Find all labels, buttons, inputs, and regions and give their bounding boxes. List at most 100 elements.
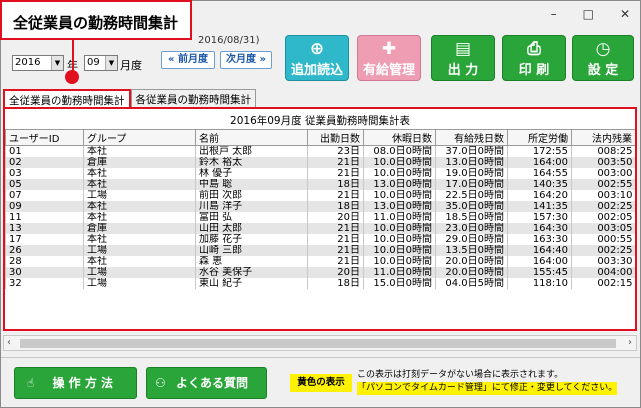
table-row[interactable]: 13 倉庫 山田 太郎 21日 10.0日0時間 23.0日0時間 164:30 003:05 [5,223,635,234]
cell-paid-remaining: 19.0日0時間 [435,168,508,179]
table-row[interactable]: 03 本社林 優子 21日 10.0日0時間 19.0日0時間 164:55 003:00 [5,168,635,179]
settings-button[interactable]: ◷ 設 定 [572,35,634,81]
cell-group: 本社 [83,179,196,190]
summary-table: ユーザーID グループ 名前 出勤日数 休暇日数 有給残日数 所定労働 法内残業… [5,129,635,289]
table-row[interactable]: 11 本社 富田 弘 20日 11.0日0時間 18.5日0時間 157:30 002:05 [5,212,635,223]
cell-name: 林 優子 [195,168,308,179]
cell-group: 倉庫 [83,223,196,234]
cell-work-days: 21日 [307,190,364,201]
howto-button[interactable]: ☝ 操 作 方 法 [14,367,137,399]
cell-leave-days: 10.0日0時間 [363,157,436,168]
cell-group: 工場 [83,190,196,201]
table-row[interactable]: 17 本社 加藤 花子 21日 10.0日0時間 29.0日0時間 163:30 000:55 [5,234,635,245]
table-row[interactable]: 01 本社 出根戸 太郎 23日 08.0日0時間 37.0日0時間 172:55 008:2… [5,145,635,157]
table-row[interactable]: 32 工場 東山 紀子 18日 15.0日0時間 04.0日5時間 118:10 002:15 [5,278,635,289]
cell-group: 工場 [83,245,196,256]
callout-line [72,40,74,72]
print-button[interactable]: ⎙ 印 刷 [502,35,566,81]
note-line-1: この表示は打刻データがない場合に表示されます。 [357,370,564,380]
cell-scheduled-work: 164:20 [507,190,572,201]
cell-legal-overtime: 003:30 [571,256,635,267]
tab-bar: 全従業員の勤務時間集計 各従業員の勤務時間集計 [3,89,256,108]
tab-each-employee[interactable]: 各従業員の勤務時間集計 [130,89,256,107]
faq-label: よくある質問 [175,376,248,390]
cell-scheduled-work: 140:35 [507,179,572,190]
cell-paid-remaining: 22.5日0時間 [435,190,508,201]
cell-name: 前田 次郎 [195,190,308,201]
table-row[interactable]: 07 工場 前田 次郎 21日 10.0日0時間 22.5日0時間 164:20 003:10 [5,190,635,201]
cell-leave-days: 10.0日0時間 [363,168,436,179]
table-row[interactable]: 28 本社森 恵 21日 10.0日0時間 20.0日0時間 164:00 003:30 [5,256,635,267]
month-label: 月度 [120,59,142,72]
maximize-button[interactable]: □ [583,7,594,21]
header-legal-overtime[interactable]: 法内残業 [571,129,635,146]
cell-user-id: 28 [5,256,84,267]
horizontal-scrollbar[interactable]: ‹ › [3,335,637,351]
cell-name: 川島 洋子 [195,201,308,212]
cell-user-id: 05 [5,179,84,190]
cell-legal-overtime: 002:25 [571,245,635,256]
cell-work-days: 21日 [307,234,364,245]
table-row[interactable]: 09 本社 川島 洋子 18日 13.0日0時間 35.0日0時間 141:35 002:25 [5,201,635,212]
cell-scheduled-work: 164:30 [507,223,572,234]
close-button[interactable]: ✕ [620,7,630,21]
bottom-bar: ☝ 操 作 方 法 ⚇ よくある質問 黄色の表示 この表示は打刻データがない場合… [1,357,640,407]
output-button[interactable]: ▤ 出 力 [431,35,495,81]
prev-month-button[interactable]: « 前月度 [161,51,215,69]
cell-group: 本社 [83,256,196,267]
table-row[interactable]: 02 倉庫 鈴木 裕太 21日 10.0日0時間 13.0日0時間 164:00 003:50 [5,157,635,168]
table-row[interactable]: 30 工場 水谷 美保子 20日 11.0日0時間 20.0日0時間 155:45 004:0… [5,267,635,278]
header-leave-days[interactable]: 休暇日数 [363,129,436,146]
minimize-button[interactable]: – [551,7,557,21]
yellow-legend-tag: 黄色の表示 [290,374,352,392]
cell-leave-days: 15.0日0時間 [363,278,436,289]
header-scheduled-work[interactable]: 所定労働 [507,129,572,146]
cell-scheduled-work: 164:40 [507,245,572,256]
add-load-button[interactable]: ⊕ 追加読込 [285,35,349,81]
cell-user-id: 11 [5,212,84,223]
cell-scheduled-work: 164:55 [507,168,572,179]
month-select[interactable]: 09 ▼ [84,55,118,71]
table-row[interactable]: 05 本社 中島 聡 18日 13.0日0時間 17.0日0時間 140:35 002:55 [5,179,635,190]
faq-button[interactable]: ⚇ よくある質問 [146,367,267,399]
cell-user-id: 02 [5,157,84,168]
cell-paid-remaining: 29.0日0時間 [435,234,508,245]
cell-group: 本社 [83,201,196,212]
header-name[interactable]: 名前 [195,129,308,146]
year-select[interactable]: 2016 ▼ [12,55,64,71]
tab-all-employees[interactable]: 全従業員の勤務時間集計 [3,89,131,108]
cell-user-id: 01 [5,145,84,157]
cell-name: 出根戸 太郎 [195,145,308,157]
cell-legal-overtime: 003:50 [571,157,635,168]
cell-scheduled-work: 172:55 [507,145,572,157]
header-user-id[interactable]: ユーザーID [5,129,84,146]
cell-work-days: 18日 [307,201,364,212]
cell-user-id: 07 [5,190,84,201]
cell-legal-overtime: 002:25 [571,201,635,212]
cell-name: 富田 弘 [195,212,308,223]
scroll-right-icon[interactable]: › [628,337,632,348]
chevron-down-icon: ▼ [105,56,117,70]
header-paid-remaining[interactable]: 有給残日数 [435,129,508,146]
cell-name: 中島 聡 [195,179,308,190]
header-group[interactable]: グループ [83,129,196,146]
cell-name: 山田 太郎 [195,223,308,234]
cell-leave-days: 08.0日0時間 [363,145,436,157]
add-document-icon: ⊕ [309,39,325,59]
next-month-button[interactable]: 次月度 » [220,51,272,69]
scroll-left-icon[interactable]: ‹ [7,337,11,348]
settings-label: 設 定 [587,63,619,78]
cell-user-id: 13 [5,223,84,234]
cell-user-id: 09 [5,201,84,212]
scrollbar-thumb[interactable] [20,339,616,348]
cell-group: 工場 [83,267,196,278]
table-row[interactable]: 26 工場 山崎 三郎 21日 10.0日0時間 13.5日0時間 164:40 002:25 [5,245,635,256]
cell-legal-overtime: 003:05 [571,223,635,234]
table-header-row: ユーザーID グループ 名前 出勤日数 休暇日数 有給残日数 所定労働 法内残業 [5,129,635,146]
cell-scheduled-work: 164:00 [507,157,572,168]
cell-leave-days: 10.0日0時間 [363,256,436,267]
cell-leave-days: 13.0日0時間 [363,201,436,212]
header-work-days[interactable]: 出勤日数 [307,129,364,146]
yellow-note: この表示は打刻データがない場合に表示されます。 「パソコンでタイムカード管理」に… [357,369,618,395]
paid-leave-button[interactable]: ✚ 有給管理 [357,35,421,81]
